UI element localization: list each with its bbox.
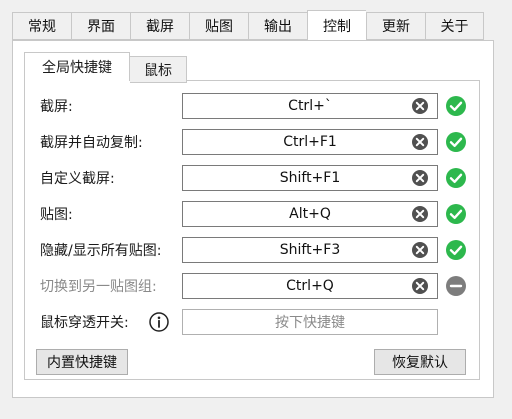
- restore-defaults-button[interactable]: 恢复默认: [374, 349, 466, 375]
- hotkey-label: 截屏:: [40, 99, 73, 115]
- hotkey-input[interactable]: Shift+F1: [182, 165, 438, 191]
- check-icon: [446, 168, 466, 188]
- clear-icon[interactable]: [411, 241, 429, 259]
- hotkey-row-pin: 贴图: Alt+Q: [40, 201, 480, 227]
- check-icon: [446, 204, 466, 224]
- hotkey-label: 自定义截屏:: [40, 171, 115, 187]
- hotkey-row-mouse-passthrough: 鼠标穿透开关: 按下快捷键: [40, 309, 480, 335]
- tab-about[interactable]: 关于: [425, 12, 484, 40]
- hotkey-input[interactable]: Ctrl+F1: [182, 129, 438, 155]
- hotkey-row-custom-screenshot: 自定义截屏: Shift+F1: [40, 165, 480, 191]
- tab-general[interactable]: 常规: [12, 12, 71, 40]
- check-icon: [446, 240, 466, 260]
- hotkey-input-empty[interactable]: 按下快捷键: [182, 309, 438, 335]
- hotkey-row-switch-group: 切换到另一贴图组: Ctrl+Q: [40, 273, 480, 299]
- info-icon[interactable]: [148, 311, 170, 333]
- tab-output[interactable]: 输出: [248, 12, 307, 40]
- hotkey-input[interactable]: Ctrl+Q: [182, 273, 438, 299]
- hotkey-input[interactable]: Shift+F3: [182, 237, 438, 263]
- clear-icon[interactable]: [411, 133, 429, 151]
- subtab-mouse[interactable]: 鼠标: [130, 56, 187, 83]
- builtin-hotkeys-button[interactable]: 内置快捷键: [36, 349, 128, 375]
- hotkeys-panel: [24, 80, 480, 380]
- clear-icon[interactable]: [411, 205, 429, 223]
- hotkey-row-screenshot: 截屏: Ctrl+`: [40, 93, 480, 119]
- sub-tab-bar: 全局快捷键 鼠标: [24, 52, 187, 83]
- hotkey-row-screenshot-copy: 截屏并自动复制: Ctrl+F1: [40, 129, 480, 155]
- hotkey-input[interactable]: Alt+Q: [182, 201, 438, 227]
- tab-interface[interactable]: 界面: [71, 12, 130, 40]
- hotkey-row-toggle-pins: 隐藏/显示所有贴图: Shift+F3: [40, 237, 480, 263]
- main-tab-bar: 常规 界面 截屏 贴图 输出 控制 更新 关于: [12, 10, 484, 41]
- check-icon: [446, 96, 466, 116]
- tab-update[interactable]: 更新: [366, 12, 425, 40]
- hotkey-label: 切换到另一贴图组:: [40, 279, 157, 295]
- subtab-global-hotkeys[interactable]: 全局快捷键: [24, 52, 130, 81]
- hotkey-label: 贴图:: [40, 207, 73, 223]
- hotkey-input[interactable]: Ctrl+`: [182, 93, 438, 119]
- hotkey-label: 鼠标穿透开关:: [40, 315, 129, 331]
- clear-icon[interactable]: [411, 97, 429, 115]
- minus-icon: [446, 276, 466, 296]
- clear-icon[interactable]: [411, 169, 429, 187]
- clear-icon[interactable]: [411, 277, 429, 295]
- hotkey-label: 隐藏/显示所有贴图:: [40, 243, 162, 259]
- tab-pin[interactable]: 贴图: [189, 12, 248, 40]
- check-icon: [446, 132, 466, 152]
- hotkey-label: 截屏并自动复制:: [40, 135, 143, 151]
- tab-screenshot[interactable]: 截屏: [130, 12, 189, 40]
- tab-control[interactable]: 控制: [307, 10, 366, 40]
